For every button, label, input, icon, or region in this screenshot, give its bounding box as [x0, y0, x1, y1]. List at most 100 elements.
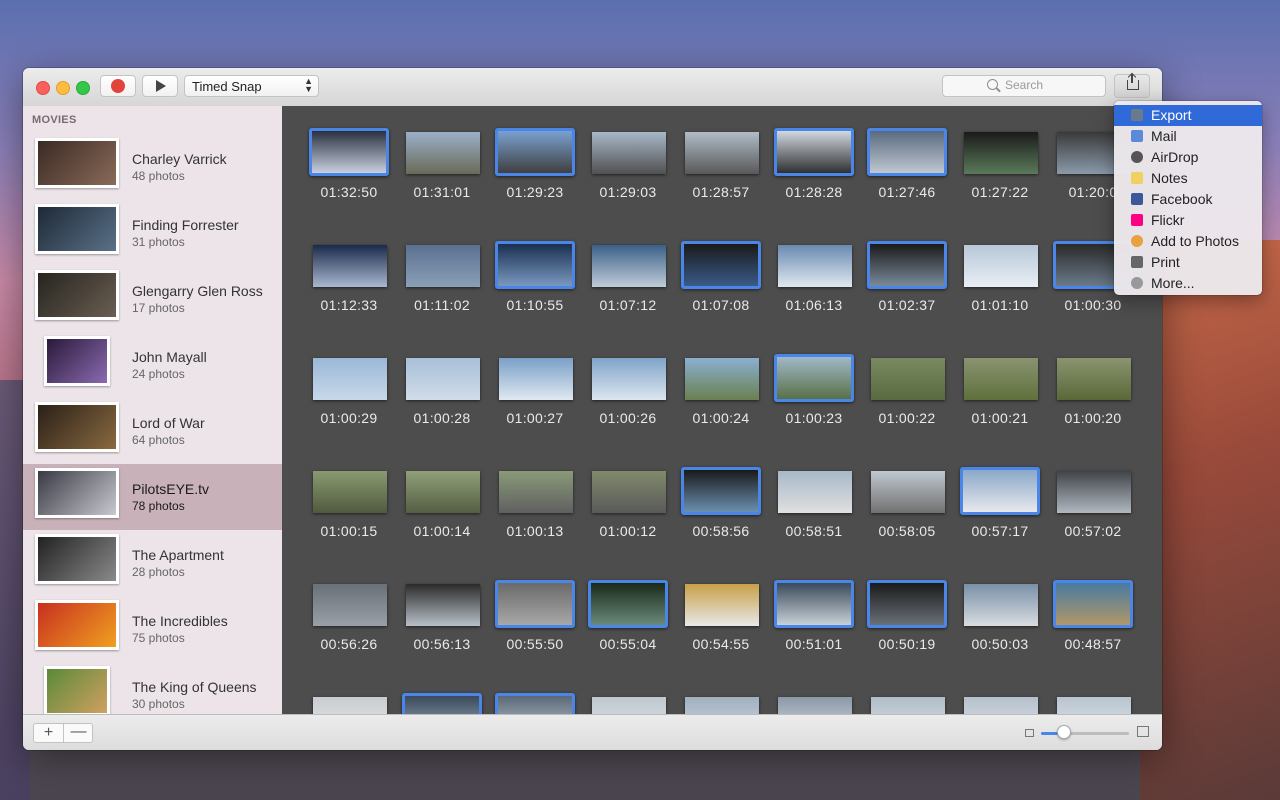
share-menu-item[interactable]: AirDrop — [1114, 147, 1262, 168]
snapshot-thumbnail[interactable]: 01:11:02 — [402, 241, 482, 321]
snapshot-timecode: 00:55:04 — [599, 636, 657, 652]
snapshot-thumbnail[interactable]: 01:12:33 — [309, 241, 389, 321]
share-menu-item[interactable]: Add to Photos — [1114, 231, 1262, 252]
record-icon — [111, 79, 125, 93]
snapshot-thumbnail[interactable]: 01:00:23 — [774, 354, 854, 434]
thumbnail-size-slider[interactable] — [1041, 732, 1129, 735]
movie-item[interactable]: The King of Queens 30 photos — [23, 662, 282, 714]
share-menu-item[interactable]: Mail — [1114, 126, 1262, 147]
snapshot-thumbnail[interactable]: 00:55:04 — [588, 580, 668, 660]
snapshot-thumbnail[interactable] — [774, 693, 854, 714]
snap-mode-select[interactable]: Timed Snap ▲ ▼ — [184, 75, 319, 97]
snapshot-thumbnail[interactable]: 00:50:03 — [960, 580, 1040, 660]
snapshot-thumbnail[interactable]: 01:02:37 — [867, 241, 947, 321]
movie-item[interactable]: John Mayall 24 photos — [23, 332, 282, 398]
snapshot-thumbnail[interactable]: 01:00:14 — [402, 467, 482, 547]
snapshot-thumbnail[interactable]: 01:27:46 — [867, 128, 947, 208]
share-menu-item[interactable]: Export — [1114, 105, 1262, 126]
search-field[interactable] — [942, 75, 1106, 97]
snapshot-thumbnail[interactable] — [867, 693, 947, 714]
snapshot-thumbnail[interactable]: 00:54:55 — [681, 580, 761, 660]
snapshot-thumbnail[interactable]: 00:57:02 — [1053, 467, 1133, 547]
snapshot-thumbnail[interactable]: 00:56:13 — [402, 580, 482, 660]
snapshot-thumbnail[interactable]: 01:10:55 — [495, 241, 575, 321]
snapshot-thumbnail[interactable]: 00:58:56 — [681, 467, 761, 547]
snapshot-thumbnail[interactable]: 01:01:10 — [960, 241, 1040, 321]
snapshot-thumbnail[interactable]: 01:29:03 — [588, 128, 668, 208]
movie-item[interactable]: The Incredibles 75 photos — [23, 596, 282, 662]
snapshot-thumbnail[interactable]: 01:00:26 — [588, 354, 668, 434]
movie-item[interactable]: PilotsEYE.tv 78 photos — [23, 464, 282, 530]
share-menu-item[interactable]: Print — [1114, 252, 1262, 273]
snapshot-thumbnail[interactable]: 01:28:57 — [681, 128, 761, 208]
add-movie-button[interactable]: + — [34, 724, 63, 742]
snapshot-image — [778, 471, 852, 513]
flickr-icon — [1131, 214, 1143, 226]
snapshot-thumbnail[interactable]: 00:56:26 — [309, 580, 389, 660]
snapshot-thumbnail[interactable]: 00:55:50 — [495, 580, 575, 660]
snapshot-thumbnail[interactable]: 01:07:08 — [681, 241, 761, 321]
share-menu-item[interactable]: Flickr — [1114, 210, 1262, 231]
snapshot-thumbnail[interactable]: 01:00:22 — [867, 354, 947, 434]
snapshot-thumbnail[interactable]: 00:58:51 — [774, 467, 854, 547]
snapshot-timecode: 01:28:57 — [692, 184, 750, 200]
snapshot-thumbnail[interactable]: 01:00:15 — [309, 467, 389, 547]
snapshot-thumbnail[interactable]: 01:00:24 — [681, 354, 761, 434]
snapshot-thumbnail[interactable]: 01:00:28 — [402, 354, 482, 434]
snapshot-thumbnail[interactable]: 01:29:23 — [495, 128, 575, 208]
close-window-button[interactable] — [36, 81, 50, 95]
share-menu-label: Flickr — [1151, 212, 1185, 228]
share-menu-item[interactable]: Notes — [1114, 168, 1262, 189]
movie-item[interactable]: Glengarry Glen Ross 17 photos — [23, 266, 282, 332]
play-button[interactable] — [142, 75, 178, 97]
snapshot-timecode: 01:29:23 — [506, 184, 564, 200]
snapshot-thumbnail[interactable]: 01:00:12 — [588, 467, 668, 547]
snapshot-thumbnail[interactable] — [495, 693, 575, 714]
snapshot-timecode: 01:00:15 — [320, 523, 378, 539]
share-icon — [1127, 74, 1139, 90]
share-button[interactable] — [1114, 74, 1150, 98]
zoom-out-icon[interactable] — [1025, 729, 1034, 737]
snapshot-thumbnail[interactable]: 01:06:13 — [774, 241, 854, 321]
snapshot-image — [406, 132, 480, 174]
snapshot-thumbnail[interactable]: 01:00:27 — [495, 354, 575, 434]
slider-knob[interactable] — [1057, 725, 1071, 739]
snapshot-thumbnail[interactable] — [309, 693, 389, 714]
sidebar-heading: MOVIES — [32, 114, 77, 126]
movie-item[interactable]: Finding Forrester 31 photos — [23, 200, 282, 266]
facebook-icon — [1131, 193, 1143, 205]
record-button[interactable] — [100, 75, 136, 97]
snapshot-thumbnail[interactable] — [681, 693, 761, 714]
zoom-window-button[interactable] — [76, 81, 90, 95]
movie-item[interactable]: Charley Varrick 48 photos — [23, 134, 282, 200]
snapshot-thumbnail[interactable]: 01:00:20 — [1053, 354, 1133, 434]
movie-title: Lord of War — [132, 415, 205, 431]
remove-movie-button[interactable]: — — [64, 724, 93, 742]
snapshot-thumbnail[interactable] — [960, 693, 1040, 714]
snapshot-thumbnail[interactable]: 01:32:50 — [309, 128, 389, 208]
share-menu-item[interactable]: More... — [1114, 273, 1262, 294]
snapshot-thumbnail[interactable]: 01:07:12 — [588, 241, 668, 321]
snapshot-thumbnail[interactable]: 01:00:29 — [309, 354, 389, 434]
snapshot-thumbnail[interactable]: 01:27:22 — [960, 128, 1040, 208]
snapshot-thumbnail[interactable] — [588, 693, 668, 714]
zoom-in-icon[interactable] — [1137, 726, 1149, 737]
snapshot-thumbnail[interactable]: 00:51:01 — [774, 580, 854, 660]
snapshot-thumbnail[interactable]: 00:57:17 — [960, 467, 1040, 547]
share-menu-item[interactable]: Facebook — [1114, 189, 1262, 210]
share-menu-label: More... — [1151, 275, 1195, 291]
snapshot-image — [592, 132, 666, 174]
snapshot-thumbnail[interactable] — [1053, 693, 1133, 714]
movie-item[interactable]: Lord of War 64 photos — [23, 398, 282, 464]
snapshot-thumbnail[interactable]: 01:00:21 — [960, 354, 1040, 434]
snapshot-thumbnail[interactable] — [402, 693, 482, 714]
snapshot-thumbnail[interactable]: 01:00:13 — [495, 467, 575, 547]
snapshot-thumbnail[interactable]: 01:28:28 — [774, 128, 854, 208]
movie-item[interactable]: The Apartment 28 photos — [23, 530, 282, 596]
search-input[interactable] — [1005, 78, 1100, 92]
snapshot-thumbnail[interactable]: 00:50:19 — [867, 580, 947, 660]
minimize-window-button[interactable] — [56, 81, 70, 95]
snapshot-thumbnail[interactable]: 01:31:01 — [402, 128, 482, 208]
snapshot-thumbnail[interactable]: 00:58:05 — [867, 467, 947, 547]
snapshot-thumbnail[interactable]: 00:48:57 — [1053, 580, 1133, 660]
